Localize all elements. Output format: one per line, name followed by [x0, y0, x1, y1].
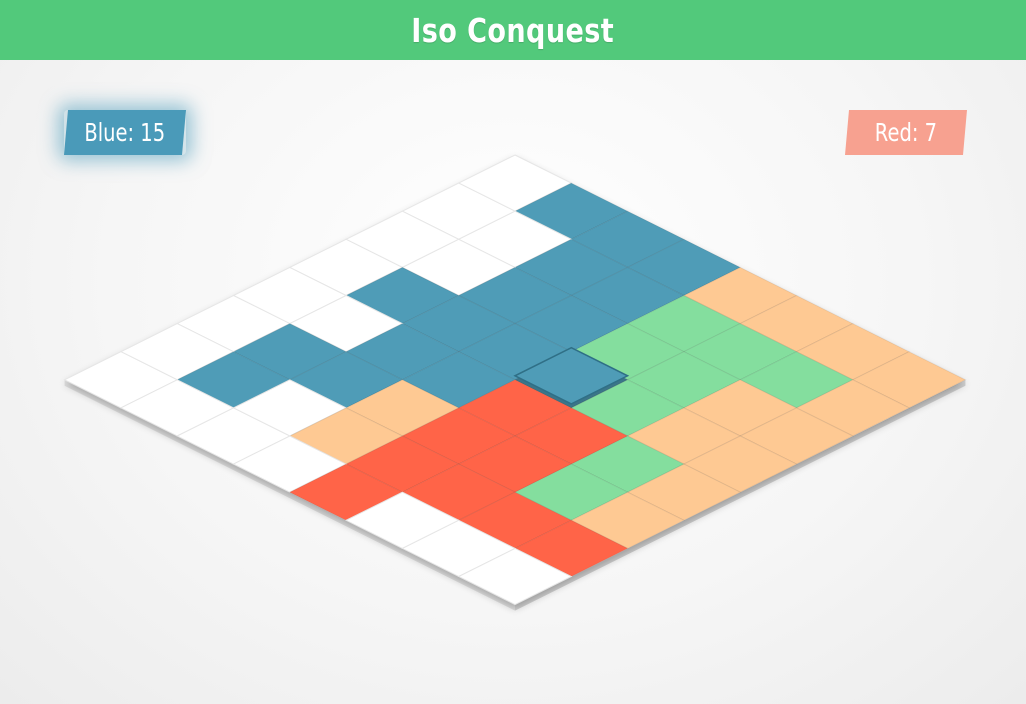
- game-board: [63, 154, 967, 611]
